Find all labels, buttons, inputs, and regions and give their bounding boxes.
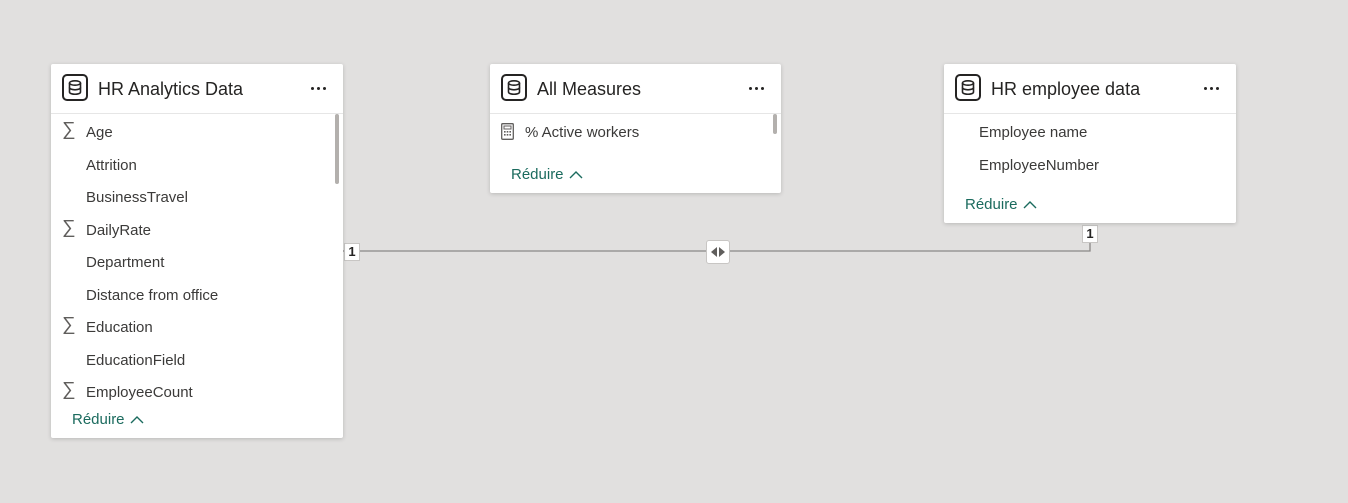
sigma-icon: ∑ [62, 314, 76, 335]
table-card-all-measures[interactable]: All Measures % Active workers Réduire [490, 64, 781, 193]
card-header[interactable]: HR employee data [944, 64, 1236, 114]
sigma-icon: ∑ [62, 216, 76, 238]
card-title: HR employee data [991, 79, 1141, 99]
sigma-icon: ∑ [62, 119, 76, 140]
calculator-icon [501, 123, 514, 144]
bidirectional-arrow-icon[interactable] [706, 240, 730, 264]
table-card-hr-analytics-data[interactable]: HR Analytics Data ∑ Age Attrition Busine… [51, 64, 343, 438]
field-name: Education [86, 319, 153, 336]
field-row[interactable]: % Active workers [490, 114, 781, 147]
collapse-label: Réduire [72, 411, 125, 428]
field-row[interactable]: Department [51, 244, 343, 277]
scrollbar-thumb[interactable] [773, 114, 777, 134]
field-name: EmployeeCount [86, 384, 193, 401]
field-row[interactable]: ∑ Education [51, 309, 343, 342]
card-title: All Measures [537, 79, 642, 99]
collapse-label: Réduire [511, 166, 564, 183]
collapse-label: Réduire [965, 196, 1018, 213]
cardinality-badge-right: 1 [1082, 225, 1098, 243]
field-name: DailyRate [86, 221, 152, 239]
field-list[interactable]: % Active workers [490, 114, 781, 150]
field-row[interactable]: ∑ Age [51, 114, 343, 147]
chevron-up-icon [569, 171, 583, 179]
table-icon [501, 74, 527, 101]
sigma-icon: ∑ [62, 379, 76, 400]
field-list[interactable]: ∑ Age Attrition BusinessTravel ∑ DailyRa… [51, 114, 343, 404]
model-canvas[interactable]: 1 1 HR Analytics Data ∑ Age Attrition Bu… [0, 0, 1348, 503]
field-row[interactable]: Employee name [944, 114, 1236, 147]
collapse-link[interactable]: Réduire [72, 411, 144, 428]
table-card-hr-employee-data[interactable]: HR employee data Employee name EmployeeN… [944, 64, 1236, 223]
field-row[interactable]: EmployeeNumber [944, 147, 1236, 180]
more-options-button[interactable] [745, 78, 767, 98]
chevron-up-icon [1023, 201, 1037, 209]
field-row[interactable]: ∑ DailyRate [51, 212, 343, 245]
field-name: BusinessTravel [86, 189, 188, 206]
collapse-link[interactable]: Réduire [965, 196, 1037, 213]
field-name: Age [86, 124, 113, 141]
scrollbar-thumb[interactable] [335, 114, 339, 184]
card-header[interactable]: HR Analytics Data [51, 64, 343, 114]
field-name: % Active workers [525, 124, 640, 141]
more-options-button[interactable] [307, 78, 329, 98]
cardinality-badge-left: 1 [344, 243, 360, 261]
field-name: Employee name [979, 124, 1088, 141]
table-icon [955, 74, 981, 101]
card-header[interactable]: All Measures [490, 64, 781, 114]
field-name: Distance from office [86, 286, 219, 304]
field-row[interactable]: Attrition [51, 147, 343, 180]
collapse-link[interactable]: Réduire [511, 166, 583, 183]
field-name: EducationField [86, 351, 186, 369]
field-name: Department [86, 254, 165, 271]
more-options-button[interactable] [1200, 78, 1222, 98]
field-row[interactable]: ∑ EmployeeCount [51, 374, 343, 404]
chevron-up-icon [130, 416, 144, 424]
field-name: Attrition [86, 156, 137, 174]
table-icon [62, 74, 88, 101]
field-row[interactable]: EducationField [51, 342, 343, 375]
field-row[interactable]: BusinessTravel [51, 179, 343, 212]
field-row[interactable]: Distance from office [51, 277, 343, 310]
field-name: EmployeeNumber [979, 156, 1100, 174]
field-list[interactable]: Employee name EmployeeNumber [944, 114, 1236, 180]
card-title: HR Analytics Data [98, 79, 244, 99]
